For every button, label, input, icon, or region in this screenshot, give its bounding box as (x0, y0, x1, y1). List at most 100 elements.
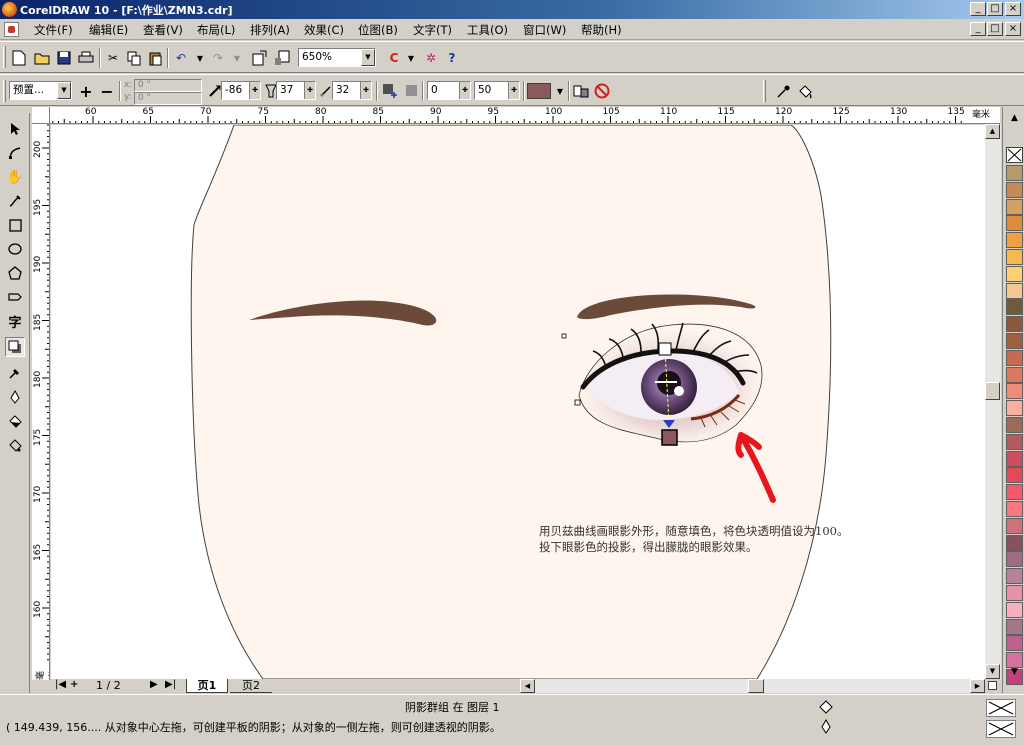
interactive-fill-tool-icon[interactable] (5, 435, 25, 455)
launcher-dropdown-icon[interactable]: ▼ (401, 48, 421, 68)
eyedropper-tool-icon[interactable] (5, 363, 25, 383)
palette-swatch[interactable] (1006, 484, 1023, 501)
redo-dropdown-icon[interactable]: ▼ (227, 48, 247, 68)
horizontal-scroll-thumb[interactable] (748, 679, 764, 693)
preset-dropdown-icon[interactable]: ▼ (57, 82, 71, 99)
doc-minimize-button[interactable]: _ (970, 22, 986, 36)
no-fill-swatch-icon[interactable] (1006, 147, 1023, 163)
palette-swatch[interactable] (1006, 400, 1023, 417)
palette-swatch[interactable] (1006, 652, 1023, 669)
menu-edit[interactable]: 编辑(E) (89, 22, 128, 38)
page-tab-2[interactable]: 页2 (230, 679, 272, 693)
add-preset-icon[interactable]: + (76, 81, 96, 101)
feather-direction-icon[interactable] (380, 81, 400, 101)
palette-swatch[interactable] (1006, 601, 1023, 618)
print-icon[interactable] (76, 48, 96, 68)
menu-help[interactable]: 帮助(H) (581, 22, 622, 38)
fill-none-swatch-icon[interactable] (986, 699, 1016, 717)
selection-node[interactable] (561, 333, 567, 339)
open-file-icon[interactable] (32, 48, 52, 68)
menu-window[interactable]: 窗口(W) (523, 22, 566, 38)
doc-close-button[interactable]: × (1005, 22, 1021, 36)
palette-swatch[interactable] (1006, 265, 1023, 282)
clear-shadow-icon[interactable] (592, 81, 612, 101)
corel-net-icon[interactable]: ✲ (421, 48, 441, 68)
menu-bitmaps[interactable]: 位图(B) (358, 22, 398, 38)
next-page-icon[interactable]: ▶ (150, 679, 158, 690)
menu-layout[interactable]: 布局(L) (197, 22, 235, 38)
paste-icon[interactable] (145, 48, 165, 68)
feather-edges-icon[interactable] (402, 81, 422, 101)
scroll-up-icon[interactable]: ▲ (985, 124, 1000, 139)
feather-spinner-icon[interactable]: ✚ (360, 82, 371, 99)
palette-swatch[interactable] (1006, 635, 1023, 652)
minimize-button[interactable]: _ (970, 2, 986, 16)
close-button[interactable]: × (1005, 2, 1021, 16)
palette-swatch[interactable] (1006, 433, 1023, 450)
scroll-right-icon[interactable]: ▶ (970, 679, 985, 693)
scroll-left-icon[interactable]: ◀ (520, 679, 535, 693)
stretch-spinner-icon[interactable]: ✚ (459, 82, 470, 99)
fade-spinner-icon[interactable]: ✚ (508, 82, 519, 99)
first-page-icon[interactable]: |◀ (55, 679, 66, 690)
palette-swatch[interactable] (1006, 618, 1023, 635)
menu-file[interactable]: 文件(F) (34, 22, 73, 38)
menu-arrange[interactable]: 排列(A) (250, 22, 290, 38)
redo-icon[interactable]: ↷ (208, 48, 228, 68)
vertical-scrollbar[interactable]: ▲ ▼ (985, 124, 1001, 680)
import-icon[interactable] (250, 48, 270, 68)
palette-swatch[interactable] (1006, 551, 1023, 568)
fill-indicator-icon[interactable] (818, 699, 834, 718)
horizontal-scrollbar[interactable]: ◀ ▶ (520, 679, 985, 693)
zoom-dropdown-icon[interactable]: ▼ (361, 49, 375, 66)
eyedropper-icon[interactable] (773, 81, 793, 101)
maximize-button[interactable]: □ (987, 2, 1003, 16)
palette-swatch[interactable] (1006, 249, 1023, 265)
palette-swatch[interactable] (1006, 417, 1023, 433)
palette-swatch[interactable] (1006, 366, 1023, 383)
palette-swatch[interactable] (1006, 568, 1023, 585)
menu-view[interactable]: 查看(V) (143, 22, 183, 38)
toolbar-grip[interactable] (3, 80, 6, 102)
new-file-icon[interactable] (9, 48, 29, 68)
shadow-color-dropdown-icon[interactable]: ▼ (550, 81, 570, 101)
save-icon[interactable] (54, 48, 74, 68)
undo-icon[interactable]: ↶ (171, 48, 191, 68)
ruler-origin[interactable] (32, 107, 50, 124)
basic-shapes-tool-icon[interactable] (5, 287, 25, 307)
doc-restore-button[interactable]: □ (987, 22, 1003, 36)
palette-swatch[interactable] (1006, 534, 1023, 551)
undo-dropdown-icon[interactable]: ▼ (190, 48, 210, 68)
palette-swatch[interactable] (1006, 467, 1023, 484)
palette-swatch[interactable] (1006, 501, 1023, 517)
outline-indicator-icon[interactable] (818, 718, 834, 738)
export-icon[interactable] (272, 48, 292, 68)
x-offset-field[interactable]: 0 " (134, 79, 202, 92)
palette-swatch[interactable] (1006, 333, 1023, 349)
horizontal-ruler[interactable]: 60 65 70 75 80 85 90 95 100 105 110 115 120 125 130 135… (50, 107, 1000, 124)
document-icon[interactable] (4, 22, 19, 37)
palette-swatch[interactable] (1006, 215, 1023, 232)
outline-tool-icon[interactable] (5, 387, 25, 407)
pan-hand-tool-icon[interactable]: ✋ (5, 167, 25, 187)
palette-swatch[interactable] (1006, 198, 1023, 215)
pick-tool-icon[interactable] (5, 119, 25, 139)
drawing-canvas[interactable]: 用贝兹曲线画眼影外形，随意填色，将色块透明值设为100。 投下眼影色的投影，得出… (51, 125, 985, 679)
outline-none-swatch-icon[interactable] (986, 720, 1016, 738)
palette-scroll-down-icon[interactable]: ▼ (1006, 667, 1023, 679)
shadow-color-swatch[interactable] (527, 83, 551, 99)
polygon-tool-icon[interactable] (5, 263, 25, 283)
copy-icon[interactable] (124, 48, 144, 68)
palette-swatch[interactable] (1006, 517, 1023, 534)
delete-preset-icon[interactable]: − (97, 81, 117, 101)
vertical-scroll-thumb[interactable] (985, 382, 1000, 400)
toolbar-grip[interactable] (763, 80, 766, 102)
y-offset-field[interactable]: 0 " (134, 92, 202, 105)
shape-tool-icon[interactable] (5, 143, 25, 163)
shadow-start-handle[interactable] (658, 342, 672, 356)
shadow-angle-spinner-icon[interactable]: ✚ (249, 82, 260, 99)
palette-swatch[interactable] (1006, 282, 1023, 299)
copy-shadow-properties-icon[interactable] (571, 81, 591, 101)
palette-swatch[interactable] (1006, 165, 1023, 181)
text-tool-icon[interactable]: 字 (5, 311, 25, 331)
